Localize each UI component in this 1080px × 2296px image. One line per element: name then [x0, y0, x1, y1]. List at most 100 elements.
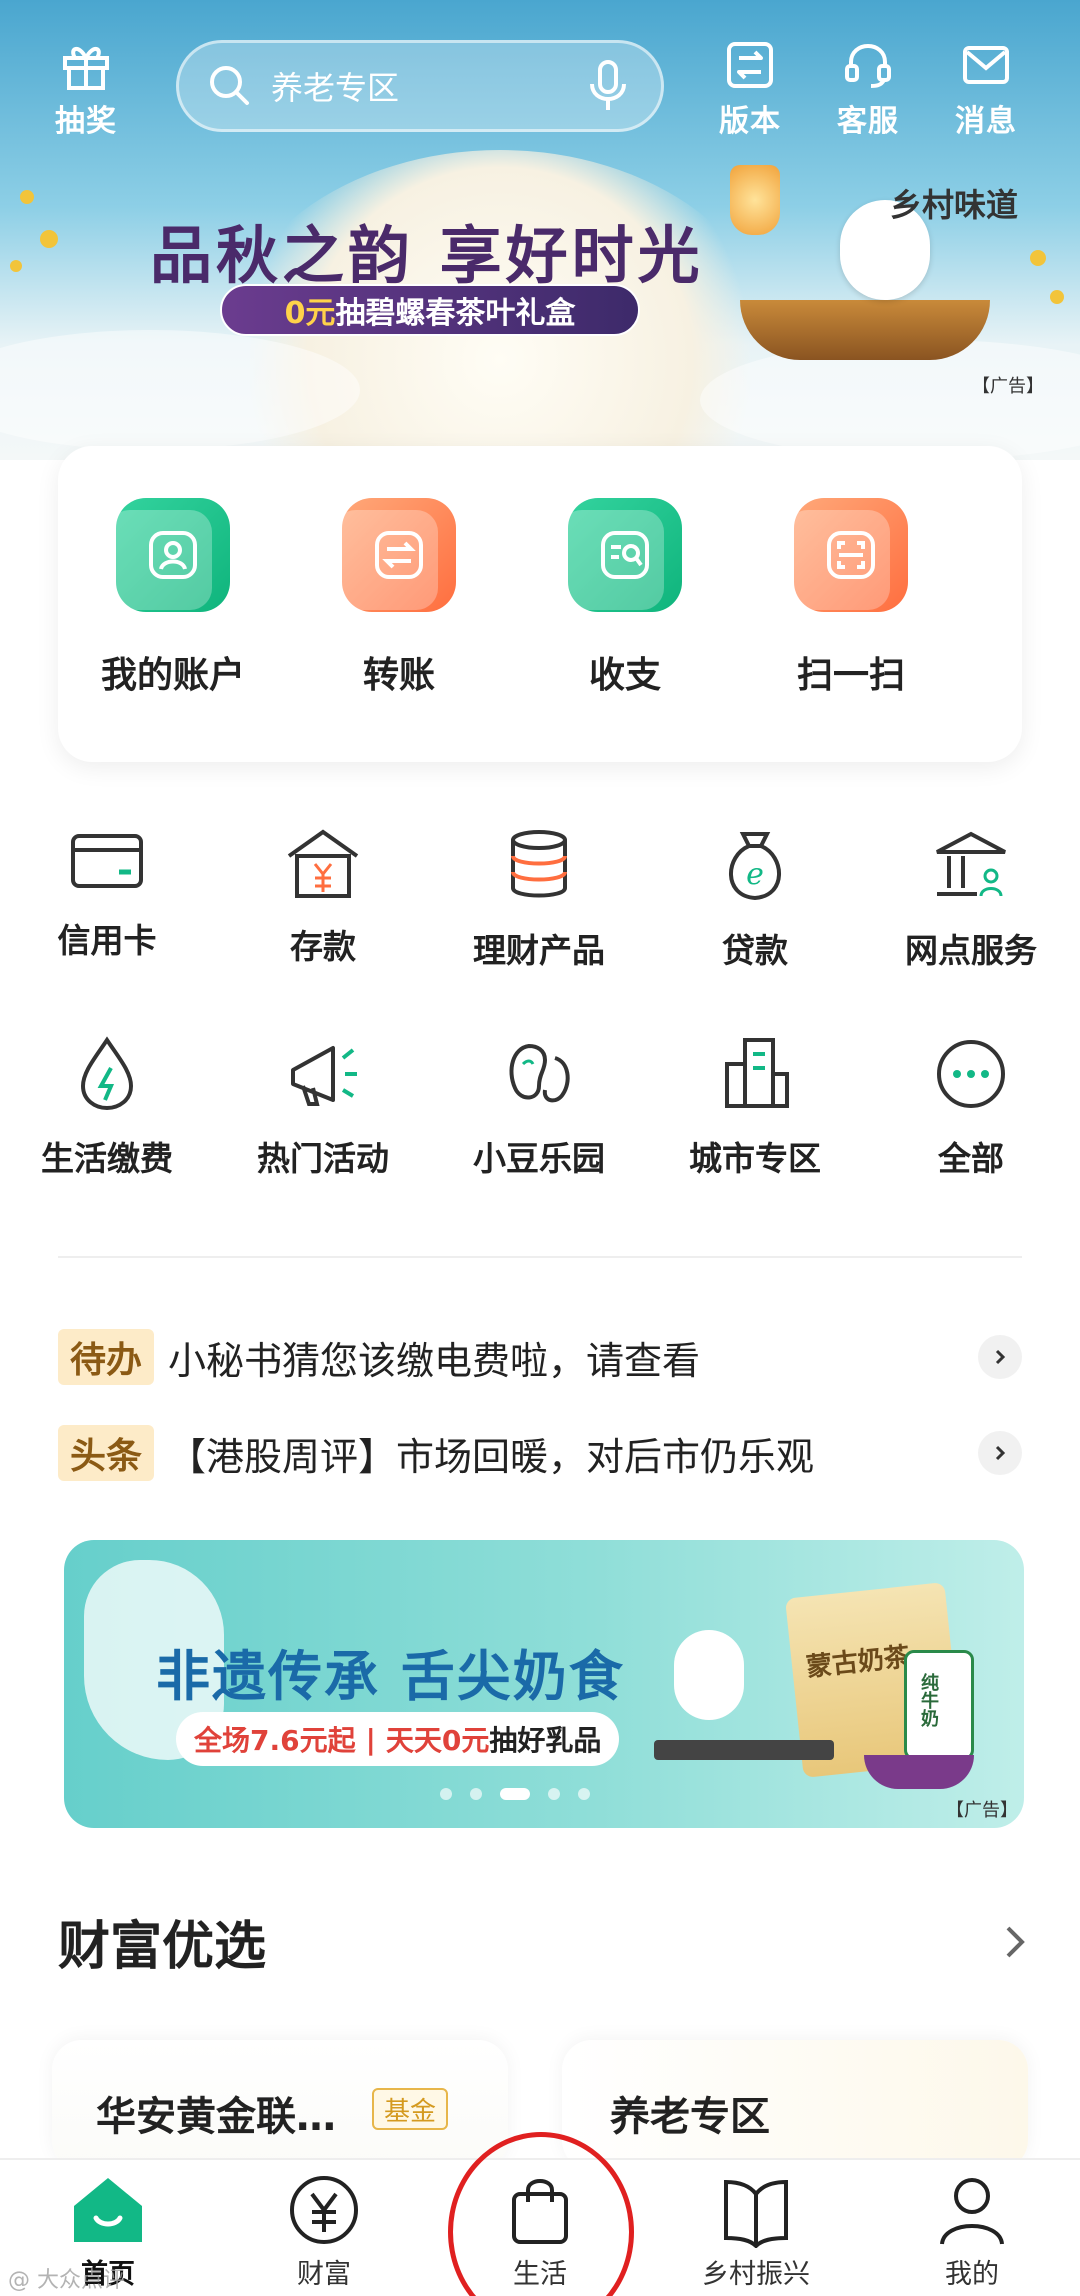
carousel-dot[interactable] — [578, 1788, 590, 1800]
news-tag: 待办 — [58, 1329, 155, 1385]
wealth-icon — [290, 2176, 358, 2244]
chevron-right-icon[interactable] — [978, 1431, 1022, 1475]
search-placeholder: 养老专区 — [271, 69, 400, 107]
promo-sub-text: 抽好乳品 — [489, 1724, 602, 1757]
quick-action-label: 转账 — [362, 655, 435, 696]
osmanthus-decoration — [1030, 250, 1046, 266]
news-text: 小秘书猜您该缴电费啦，请查看 — [168, 1338, 701, 1383]
service-credit-card[interactable]: 信用卡 — [12, 826, 202, 962]
carousel-indicator[interactable] — [440, 1788, 590, 1800]
quick-actions-card: 我的账户 转账 收支 扫一扫 — [58, 446, 1022, 762]
search-icon — [210, 66, 249, 105]
quick-action-transfer[interactable]: 转账 — [314, 498, 484, 698]
osmanthus-decoration — [10, 260, 22, 272]
tab-label: 乡村振兴 — [702, 2259, 810, 2290]
service-deposit[interactable]: 存款 — [228, 826, 418, 968]
quick-action-my-account[interactable]: 我的账户 — [88, 498, 258, 698]
banner-sub-text: 抽碧螺春茶叶礼盒 — [335, 296, 576, 331]
service-city-zone[interactable]: 城市专区 — [660, 1034, 850, 1180]
income-expense-icon — [560, 498, 682, 612]
headset-icon — [845, 43, 891, 88]
promo-banner-subtitle: 全场7.6元起 | 天天0元 抽好乳品 — [176, 1712, 620, 1766]
product-card-title: 养老专区 — [610, 2094, 770, 2140]
carousel-dot[interactable] — [440, 1788, 452, 1800]
version-button[interactable]: 版本 — [700, 38, 800, 140]
carousel-dot[interactable] — [548, 1788, 560, 1800]
search-input[interactable]: 养老专区 — [176, 40, 664, 132]
rural-book-icon — [724, 2179, 788, 2248]
pension-zone-card[interactable]: 养老专区 — [562, 2040, 1028, 2170]
tab-label: 我的 — [945, 2259, 999, 2290]
promo-banner-title: 非遗传承 舌尖奶食 — [156, 1645, 625, 1708]
dessert-bowl — [864, 1755, 974, 1789]
service-utility-payment[interactable]: 生活缴费 — [12, 1034, 202, 1180]
tab-rural-revitalization[interactable]: 乡村振兴 — [648, 2172, 864, 2291]
carousel-dot-active[interactable] — [500, 1788, 530, 1800]
service-label: 理财产品 — [473, 931, 605, 970]
mail-icon — [963, 46, 1009, 84]
bean-park-icon — [509, 1043, 570, 1103]
news-row-headline[interactable]: 头条 【港股周评】市场回暖，对后市仍乐观 — [58, 1422, 1022, 1484]
news-tag: 头条 — [58, 1425, 155, 1481]
service-label: 信用卡 — [57, 921, 157, 960]
customer-service-label: 客服 — [837, 104, 899, 139]
banner-title[interactable]: 品秋之韵 享好时光 — [150, 205, 704, 295]
milk-box: 纯牛奶 — [904, 1650, 974, 1760]
deposit-icon — [287, 829, 359, 898]
quick-action-label: 我的账户 — [100, 655, 245, 696]
service-loan[interactable]: e 贷款 — [660, 826, 850, 972]
microphone-icon[interactable] — [583, 58, 633, 114]
service-branch[interactable]: 网点服务 — [876, 826, 1066, 972]
version-switch-icon — [727, 42, 773, 88]
service-label: 小豆乐园 — [473, 1139, 605, 1178]
transfer-icon — [334, 498, 456, 612]
mascot-image — [674, 1630, 744, 1720]
chevron-right-icon[interactable] — [1000, 1922, 1030, 1962]
product-card-title: 华安黄金联… — [96, 2094, 336, 2140]
message-button[interactable]: 消息 — [936, 38, 1036, 140]
promo-banner[interactable]: 非遗传承 舌尖奶食 全场7.6元起 | 天天0元 抽好乳品 蒙古奶茶 纯牛奶 【… — [64, 1540, 1024, 1828]
service-label: 网点服务 — [905, 931, 1037, 970]
service-bean-park[interactable]: 小豆乐园 — [444, 1034, 634, 1180]
banner-sub-zero: 0元 — [284, 296, 336, 331]
service-hot-activity[interactable]: 热门活动 — [228, 1034, 418, 1180]
profile-icon — [940, 2178, 1004, 2245]
boat-decoration — [740, 300, 990, 360]
svg-text:e: e — [746, 857, 764, 892]
news-row-todo[interactable]: 待办 小秘书猜您该缴电费啦，请查看 — [58, 1326, 1022, 1388]
gift-icon — [63, 47, 109, 90]
ad-label: 【广告】 — [946, 1800, 1018, 1821]
quick-action-income-expense[interactable]: 收支 — [540, 498, 710, 698]
service-all[interactable]: 全部 — [876, 1034, 1066, 1180]
message-label: 消息 — [955, 104, 1017, 139]
service-label: 城市专区 — [689, 1139, 821, 1178]
customer-service-button[interactable]: 客服 — [818, 38, 918, 140]
tab-label: 财富 — [297, 2259, 351, 2290]
account-icon — [108, 498, 230, 612]
osmanthus-decoration — [20, 190, 34, 204]
quick-action-label: 收支 — [588, 655, 661, 696]
service-label: 生活缴费 — [41, 1139, 173, 1178]
product-card[interactable]: 华安黄金联… 基金 — [52, 2040, 508, 2170]
branch-service-icon — [936, 831, 1006, 897]
product-type-badge: 基金 — [372, 2088, 449, 2130]
wealth-product-icon — [511, 830, 567, 898]
service-label: 全部 — [938, 1139, 1004, 1178]
tab-wealth[interactable]: 财富 — [216, 2172, 432, 2291]
watermark: @ 大众点评 — [8, 2268, 125, 2293]
scan-icon — [786, 498, 908, 612]
carousel-dot[interactable] — [470, 1788, 482, 1800]
promo-sub-price: 全场7.6元起 — [194, 1724, 356, 1757]
credit-card-icon — [71, 834, 143, 888]
chevron-right-icon[interactable] — [978, 1335, 1022, 1379]
quick-action-scan[interactable]: 扫一扫 — [766, 498, 936, 698]
utility-payment-icon — [80, 1036, 134, 1111]
lottery-button[interactable]: 抽奖 — [36, 38, 136, 140]
ad-label: 【广告】 — [972, 376, 1044, 397]
city-zone-icon — [725, 1038, 789, 1108]
tab-mine[interactable]: 我的 — [864, 2172, 1080, 2291]
banner-subtitle[interactable]: 0元 抽碧螺春茶叶礼盒 — [220, 284, 640, 336]
milk-box-label: 纯牛奶 — [918, 1673, 939, 1727]
home-icon — [74, 2178, 142, 2242]
service-wealth-products[interactable]: 理财产品 — [444, 826, 634, 972]
